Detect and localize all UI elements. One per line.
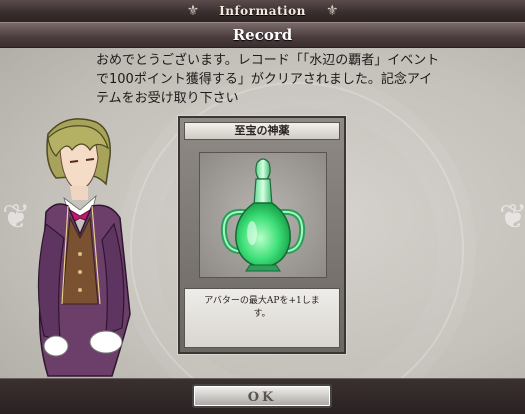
- potion-flask-icon: [220, 158, 306, 272]
- info-bar-title: Information: [219, 4, 306, 18]
- top-info-bar: ⚜ Information ⚜: [0, 0, 525, 23]
- dialog-header: Record: [0, 22, 525, 48]
- ok-button-label: OK: [247, 390, 277, 405]
- left-side-ornament-icon: ❦: [2, 197, 31, 237]
- record-dialog: ❦ ❦ Record おめでとうございます。レコード「「水辺の覇者」イベント で…: [0, 22, 525, 378]
- dialog-message: おめでとうございます。レコード「「水辺の覇者」イベント で100ポイント獲得する…: [96, 53, 440, 106]
- ok-button[interactable]: OK: [192, 384, 332, 408]
- left-ornament-icon: ⚜: [186, 3, 200, 19]
- reward-item-card: 至宝の神薬 アバターの最大APを+1しま す。: [178, 116, 346, 354]
- right-side-ornament-icon: ❦: [499, 197, 525, 237]
- dialog-footer: OK: [0, 378, 525, 414]
- butler-character-portrait: [37, 118, 131, 377]
- right-ornament-icon: ⚜: [325, 3, 339, 19]
- reward-item-description: アバターの最大APを+1しま す。: [184, 288, 340, 348]
- dialog-title: Record: [232, 26, 293, 44]
- reward-item-name: 至宝の神薬: [184, 122, 340, 140]
- reward-item-image: [199, 152, 327, 278]
